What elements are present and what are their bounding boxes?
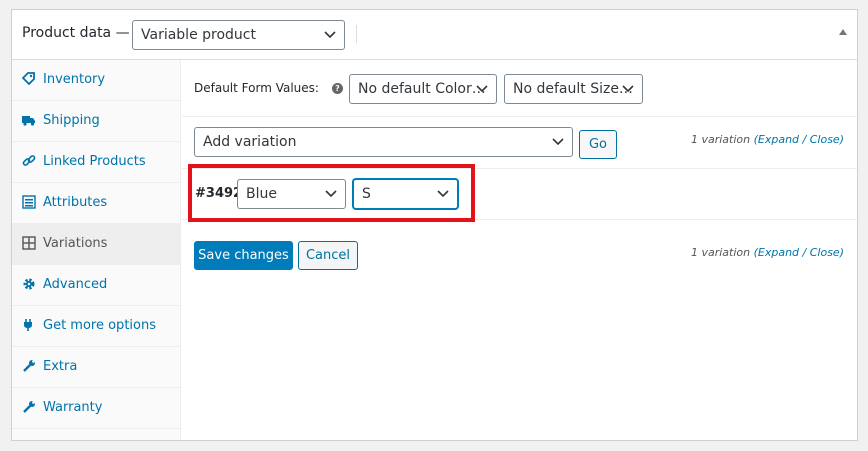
slash: / [799, 133, 810, 146]
default-size-select[interactable]: No default Size… [504, 74, 643, 104]
actions-row: Save changes Cancel 1 variation (Expand … [182, 220, 857, 280]
tab-label: Advanced [43, 277, 108, 292]
add-variation-select[interactable]: Add variation [194, 127, 573, 157]
plugin-icon [24, 319, 32, 331]
gear-icon [23, 278, 35, 290]
variation-count-text: 1 variation [690, 246, 751, 259]
tab-label: Shipping [43, 113, 100, 128]
default-color-value: No default Color… [358, 81, 486, 97]
tab-label: Linked Products [43, 154, 146, 169]
product-data-panel: Product data — Variable product Inventor… [11, 9, 858, 441]
tab-label: Inventory [43, 72, 106, 87]
tab-variations[interactable]: Variations [12, 224, 180, 265]
variations-panel: Default Form Values: ? No default Color…… [182, 60, 857, 440]
chevron-down-icon [552, 138, 564, 146]
tab-get-more-options[interactable]: Get more options [12, 306, 180, 347]
tab-extra[interactable]: Extra [12, 347, 180, 388]
tab-attributes[interactable]: Attributes [12, 183, 180, 224]
tab-advanced[interactable]: Advanced [12, 265, 180, 306]
truck-icon [22, 116, 35, 126]
expand-link[interactable]: Expand [758, 133, 799, 146]
default-form-values-row: Default Form Values: ? No default Color…… [182, 60, 857, 117]
slash: / [799, 246, 810, 259]
tab-label: Get more options [43, 318, 156, 333]
grid-icon [22, 236, 36, 250]
collapse-arrow-icon[interactable] [839, 29, 847, 35]
add-variation-row: Add variation Go 1 variation (Expand / C… [182, 117, 857, 169]
save-changes-button[interactable]: Save changes [194, 241, 293, 270]
wrench-icon [23, 401, 35, 413]
divider [356, 25, 357, 43]
wrench-icon [23, 360, 35, 372]
tab-label: Variations [43, 236, 108, 251]
panel-header: Product data — Variable product [12, 10, 857, 60]
expand-link[interactable]: Expand [758, 246, 799, 259]
default-color-select[interactable]: No default Color… [349, 74, 497, 104]
chevron-down-icon [622, 85, 634, 93]
variation-count-text: 1 variation [690, 133, 751, 146]
cancel-button[interactable]: Cancel [298, 241, 358, 270]
product-type-select[interactable]: Variable product [132, 20, 345, 50]
help-icon[interactable]: ? [332, 83, 343, 94]
paren-close: ) [839, 133, 844, 146]
close-link[interactable]: Close [810, 133, 840, 146]
default-size-value: No default Size… [513, 81, 633, 97]
tab-label: Extra [43, 359, 78, 374]
chevron-down-icon [324, 31, 336, 39]
panel-title: Product data — [22, 25, 130, 41]
tab-inventory[interactable]: Inventory [12, 60, 180, 101]
variation-count: 1 variation (Expand / Close) [691, 246, 844, 259]
tab-label: Attributes [43, 195, 108, 210]
product-type-value: Variable product [141, 27, 256, 43]
link-icon [22, 155, 36, 166]
tab-label: Warranty [43, 400, 103, 415]
paren-close: ) [839, 246, 844, 259]
list-icon [22, 195, 36, 209]
close-link[interactable]: Close [810, 246, 840, 259]
variation-count: 1 variation (Expand / Close) [691, 133, 844, 146]
highlight-box [188, 164, 475, 222]
product-data-tabs: Inventory Shipping Linked Products Attri… [12, 60, 181, 440]
chevron-down-icon [476, 85, 488, 93]
tab-linked-products[interactable]: Linked Products [12, 142, 180, 183]
tag-icon [22, 72, 35, 86]
add-variation-value: Add variation [203, 134, 297, 150]
go-button[interactable]: Go [579, 130, 617, 159]
tab-shipping[interactable]: Shipping [12, 101, 180, 142]
tab-warranty[interactable]: Warranty [12, 388, 180, 429]
default-form-values-label: Default Form Values: [194, 81, 319, 95]
